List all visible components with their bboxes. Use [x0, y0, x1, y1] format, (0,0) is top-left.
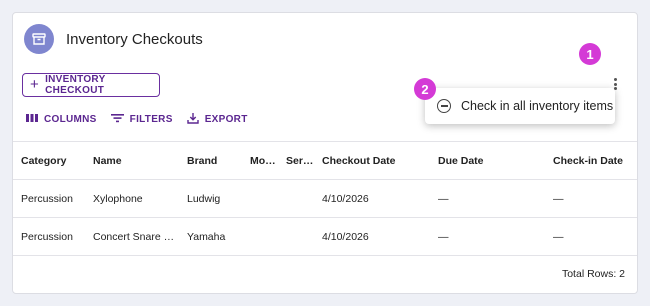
cell-category: Percussion — [13, 179, 85, 218]
download-icon — [186, 112, 199, 127]
cell-due-date: — — [430, 217, 545, 256]
row-actions-menu: Check in all inventory items — [425, 88, 615, 124]
columns-button[interactable]: COLUMNS — [26, 112, 97, 127]
inventory-table: Category Name Brand Mo… Ser… Checkout Da… — [13, 141, 637, 256]
cell-checkin-date: — — [545, 179, 637, 218]
inventory-checkout-button[interactable]: + INVENTORY CHECKOUT — [22, 73, 160, 97]
table-header-row: Category Name Brand Mo… Ser… Checkout Da… — [13, 141, 637, 180]
cell-name: Concert Snare … — [85, 217, 179, 256]
cell-name: Xylophone — [85, 179, 179, 218]
columns-label: COLUMNS — [44, 114, 97, 125]
cell-checkin-date: — — [545, 217, 637, 256]
cell-brand: Ludwig — [179, 179, 242, 218]
cell-serial — [278, 179, 314, 218]
column-header-model[interactable]: Mo… — [242, 141, 278, 180]
column-header-category[interactable]: Category — [13, 141, 85, 180]
filter-icon — [110, 113, 124, 126]
cell-checkout-date: 4/10/2026 — [314, 179, 430, 218]
column-header-checkout-date[interactable]: Checkout Date — [314, 141, 430, 180]
step-badge-1: 1 — [579, 43, 601, 65]
cell-due-date: — — [430, 179, 545, 218]
column-header-serial[interactable]: Ser… — [278, 141, 314, 180]
grid-toolbar: COLUMNS FILTERS EXPORT — [26, 112, 248, 127]
table-row[interactable]: Percussion Concert Snare … Yamaha 4/10/2… — [13, 217, 637, 256]
step-badge-2: 2 — [414, 78, 436, 100]
cell-checkout-date: 4/10/2026 — [314, 217, 430, 256]
cell-brand: Yamaha — [179, 217, 242, 256]
cell-serial — [278, 217, 314, 256]
total-rows-count: Total Rows: 2 — [561, 268, 625, 280]
cell-category: Percussion — [13, 217, 85, 256]
plus-icon: + — [30, 76, 40, 93]
column-header-due-date[interactable]: Due Date — [430, 141, 545, 180]
columns-icon — [26, 113, 38, 126]
minus-circle-icon — [437, 99, 451, 113]
export-label: EXPORT — [204, 114, 248, 125]
table-row[interactable]: Percussion Xylophone Ludwig 4/10/2026 — … — [13, 179, 637, 218]
cell-model — [242, 217, 278, 256]
inventory-checkout-label: INVENTORY CHECKOUT — [45, 74, 106, 96]
check-in-all-menu-item[interactable]: Check in all inventory items — [461, 99, 613, 113]
page-title: Inventory Checkouts — [66, 31, 203, 48]
export-button[interactable]: EXPORT — [186, 112, 248, 127]
column-header-brand[interactable]: Brand — [179, 141, 242, 180]
archive-box-icon — [24, 24, 54, 54]
cell-model — [242, 179, 278, 218]
filters-label: FILTERS — [129, 114, 173, 125]
filters-button[interactable]: FILTERS — [110, 112, 173, 127]
column-header-checkin-date[interactable]: Check-in Date — [545, 141, 637, 180]
inventory-card: Inventory Checkouts + INVENTORY CHECKOUT… — [12, 12, 638, 294]
column-header-name[interactable]: Name — [85, 141, 179, 180]
